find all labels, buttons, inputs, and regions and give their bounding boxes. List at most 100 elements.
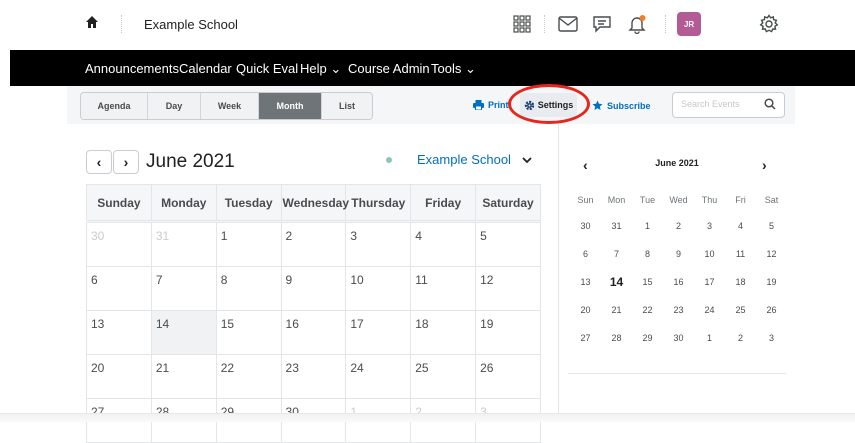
day-cell[interactable]: 8 <box>215 266 282 311</box>
mini-day[interactable]: 16 <box>663 268 694 296</box>
day-cell[interactable]: 20 <box>86 354 152 399</box>
day-cell[interactable]: 21 <box>150 354 217 399</box>
day-cell[interactable]: 9 <box>280 266 347 311</box>
nav-calendar[interactable]: Calendar <box>179 61 232 76</box>
mini-day[interactable]: 4 <box>725 212 756 240</box>
mini-day[interactable]: 30 <box>663 324 694 352</box>
top-header <box>0 0 855 50</box>
next-month-button[interactable]: › <box>113 150 139 174</box>
mini-day[interactable]: 27 <box>570 324 601 352</box>
nav-quick-eval[interactable]: Quick Eval <box>236 61 298 76</box>
mini-day[interactable]: 2 <box>663 212 694 240</box>
mini-day[interactable]: 26 <box>756 296 787 324</box>
mini-day[interactable]: 17 <box>694 268 725 296</box>
subscribe-button[interactable]: Subscribe <box>592 100 651 111</box>
day-cell[interactable]: 10 <box>345 266 412 311</box>
search-placeholder: Search Events <box>681 99 740 109</box>
apps-grid-icon[interactable] <box>510 12 534 36</box>
day-cell[interactable]: 25 <box>410 354 477 399</box>
mini-day[interactable]: 1 <box>694 324 725 352</box>
mini-day[interactable]: 30 <box>570 212 601 240</box>
mini-prev-month-button[interactable]: ‹ <box>583 157 588 173</box>
school-name[interactable]: Example School <box>144 17 238 32</box>
view-month[interactable]: Month <box>259 93 322 119</box>
panel-divider <box>558 124 559 421</box>
mini-day[interactable]: 25 <box>725 296 756 324</box>
mini-day[interactable]: 21 <box>601 296 632 324</box>
day-cell[interactable]: 1 <box>215 221 282 267</box>
day-cell[interactable]: 2 <box>280 221 347 267</box>
nav-course-admin[interactable]: Course Admin <box>348 61 430 76</box>
day-cell[interactable]: 23 <box>280 354 347 399</box>
mini-day[interactable]: 1 <box>632 212 663 240</box>
mini-day[interactable]: 31 <box>601 212 632 240</box>
mini-weekday: Fri <box>735 195 746 205</box>
avatar[interactable]: JR <box>677 12 701 36</box>
mini-day[interactable]: 29 <box>632 324 663 352</box>
mini-day[interactable]: 5 <box>756 212 787 240</box>
day-cell[interactable]: 3 <box>345 221 412 267</box>
mini-day[interactable]: 10 <box>694 240 725 268</box>
mini-day[interactable]: 3 <box>694 212 725 240</box>
nav-help[interactable]: Help ⌄ <box>300 61 341 77</box>
day-cell[interactable]: 24 <box>345 354 412 399</box>
day-cell[interactable]: 5 <box>475 221 541 267</box>
day-cell[interactable]: 30 <box>86 221 152 267</box>
mini-day[interactable]: 7 <box>601 240 632 268</box>
day-cell[interactable]: 12 <box>475 266 541 311</box>
mini-next-month-button[interactable]: › <box>762 157 767 173</box>
mini-day[interactable]: 11 <box>725 240 756 268</box>
mini-day[interactable]: 18 <box>725 268 756 296</box>
search-events-input[interactable]: Search Events <box>672 92 785 118</box>
mini-day[interactable]: 3 <box>756 324 787 352</box>
view-list[interactable]: List <box>322 93 372 119</box>
day-cell[interactable]: 7 <box>150 266 217 311</box>
mini-day[interactable]: 13 <box>570 268 601 296</box>
day-cell[interactable]: 26 <box>475 354 541 399</box>
bell-icon[interactable] <box>625 12 649 36</box>
view-day[interactable]: Day <box>148 93 201 119</box>
mini-day[interactable]: 2 <box>725 324 756 352</box>
mail-icon[interactable] <box>556 12 580 36</box>
day-cell[interactable]: 13 <box>86 310 152 355</box>
nav-announcements[interactable]: Announcements <box>85 61 179 76</box>
gear-icon[interactable] <box>757 12 781 36</box>
mini-weekday: Mon <box>607 195 626 205</box>
print-button[interactable]: Print <box>473 100 509 110</box>
home-icon[interactable] <box>85 15 99 29</box>
day-cell[interactable]: 17 <box>345 310 412 355</box>
mini-day[interactable]: 9 <box>663 240 694 268</box>
mini-day[interactable]: 24 <box>694 296 725 324</box>
day-cell[interactable]: 4 <box>410 221 477 267</box>
nav-tools[interactable]: Tools ⌄ <box>431 61 476 77</box>
calendar-selector[interactable]: Example School <box>417 152 511 167</box>
view-week[interactable]: Week <box>201 93 259 119</box>
mini-day[interactable]: 28 <box>601 324 632 352</box>
day-cell[interactable]: 31 <box>150 221 217 267</box>
day-cell[interactable]: 18 <box>410 310 477 355</box>
previous-month-button[interactable]: ‹ <box>86 150 112 174</box>
weekday-header: Monday <box>150 184 217 223</box>
mini-weekday: Sat <box>764 195 779 205</box>
day-cell-today[interactable]: 14 <box>150 310 217 355</box>
day-cell[interactable]: 11 <box>410 266 477 311</box>
view-agenda[interactable]: Agenda <box>81 93 148 119</box>
mini-day[interactable]: 19 <box>756 268 787 296</box>
day-cell[interactable]: 16 <box>280 310 347 355</box>
search-icon[interactable] <box>764 98 776 110</box>
day-cell[interactable]: 15 <box>215 310 282 355</box>
mini-day[interactable]: 22 <box>632 296 663 324</box>
chevron-down-icon[interactable] <box>522 157 532 164</box>
chat-icon[interactable] <box>590 12 614 36</box>
mini-day[interactable]: 8 <box>632 240 663 268</box>
mini-day[interactable]: 6 <box>570 240 601 268</box>
weekday-header: Friday <box>410 184 477 223</box>
mini-day[interactable]: 20 <box>570 296 601 324</box>
mini-day-today[interactable]: 14 <box>601 268 632 296</box>
mini-day[interactable]: 15 <box>632 268 663 296</box>
mini-day[interactable]: 23 <box>663 296 694 324</box>
day-cell[interactable]: 22 <box>215 354 282 399</box>
day-cell[interactable]: 6 <box>86 266 152 311</box>
day-cell[interactable]: 19 <box>475 310 541 355</box>
mini-day[interactable]: 12 <box>756 240 787 268</box>
